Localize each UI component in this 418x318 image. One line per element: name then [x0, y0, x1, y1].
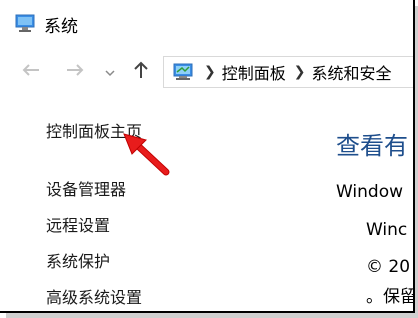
up-button[interactable]	[128, 59, 154, 85]
arrow-up-icon	[132, 60, 150, 84]
rights-text: 。保留	[366, 287, 415, 307]
edition-section-label: Window	[336, 182, 404, 202]
sidebar-item-system-protection[interactable]: 系统保护	[46, 248, 110, 272]
sidebar-item-remote-settings[interactable]: 远程设置	[46, 212, 110, 236]
sidebar-item-advanced-settings[interactable]: 高级系统设置	[46, 284, 142, 308]
address-bar[interactable]: ❯ 控制面板 ❯ 系统和安全	[163, 56, 413, 88]
copyright-text: © 20	[366, 257, 411, 277]
forward-button[interactable]	[60, 59, 90, 85]
breadcrumb-control-panel[interactable]: 控制面板	[222, 60, 286, 84]
annotation-arrow-icon	[120, 132, 180, 182]
edition-value: Winc	[366, 220, 408, 240]
breadcrumb-system-security[interactable]: 系统和安全	[311, 60, 391, 84]
computer-icon	[14, 14, 36, 34]
arrow-right-icon	[65, 62, 85, 82]
system-window: 系统 ❯ 控制面板 ❯ 系统和安全 控制面板主页 设备管理器 远程设置 系统保护…	[0, 0, 415, 313]
window-shadow	[6, 313, 418, 318]
window-title: 系统	[44, 17, 78, 37]
title-bar: 系统	[0, 0, 413, 46]
chevron-right-icon: ❯	[293, 64, 306, 80]
sidebar-item-device-manager[interactable]: 设备管理器	[46, 176, 126, 200]
back-button[interactable]	[16, 59, 46, 85]
arrow-left-icon	[21, 62, 41, 82]
control-panel-icon	[170, 62, 196, 82]
navigation-bar: ❯ 控制面板 ❯ 系统和安全	[0, 52, 413, 92]
page-heading: 查看有	[336, 132, 408, 160]
chevron-right-icon: ❯	[204, 64, 216, 80]
chevron-down-icon	[104, 63, 116, 82]
recent-locations-button[interactable]	[100, 59, 120, 85]
